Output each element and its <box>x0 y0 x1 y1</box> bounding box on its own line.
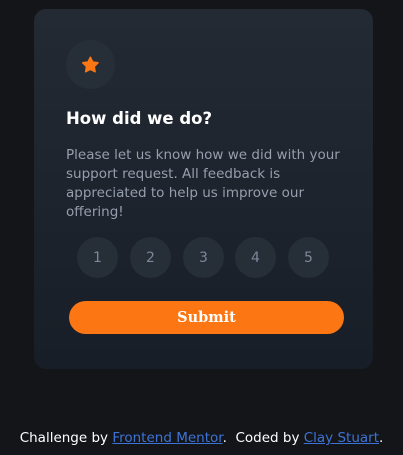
rating-card: How did we do? Please let us know how we… <box>34 9 373 369</box>
attribution: Challenge by Frontend Mentor. Coded by C… <box>0 429 403 447</box>
rating-button-5[interactable]: 5 <box>288 237 329 278</box>
rating-button-4[interactable]: 4 <box>235 237 276 278</box>
submit-button[interactable]: Submit <box>69 301 344 334</box>
rating-button-3[interactable]: 3 <box>183 237 224 278</box>
attribution-middle: . Coded by <box>222 430 304 446</box>
attribution-prefix: Challenge by <box>19 430 113 446</box>
card-title: How did we do? <box>66 109 213 128</box>
star-badge <box>66 40 115 89</box>
attribution-suffix: . <box>379 430 384 446</box>
star-icon <box>82 56 99 73</box>
frontend-mentor-link[interactable]: Frontend Mentor <box>112 430 222 446</box>
rating-button-1[interactable]: 1 <box>77 237 118 278</box>
card-description: Please let us know how we did with your … <box>66 147 340 220</box>
coder-link[interactable]: Clay Stuart <box>304 430 379 446</box>
rating-button-2[interactable]: 2 <box>130 237 171 278</box>
